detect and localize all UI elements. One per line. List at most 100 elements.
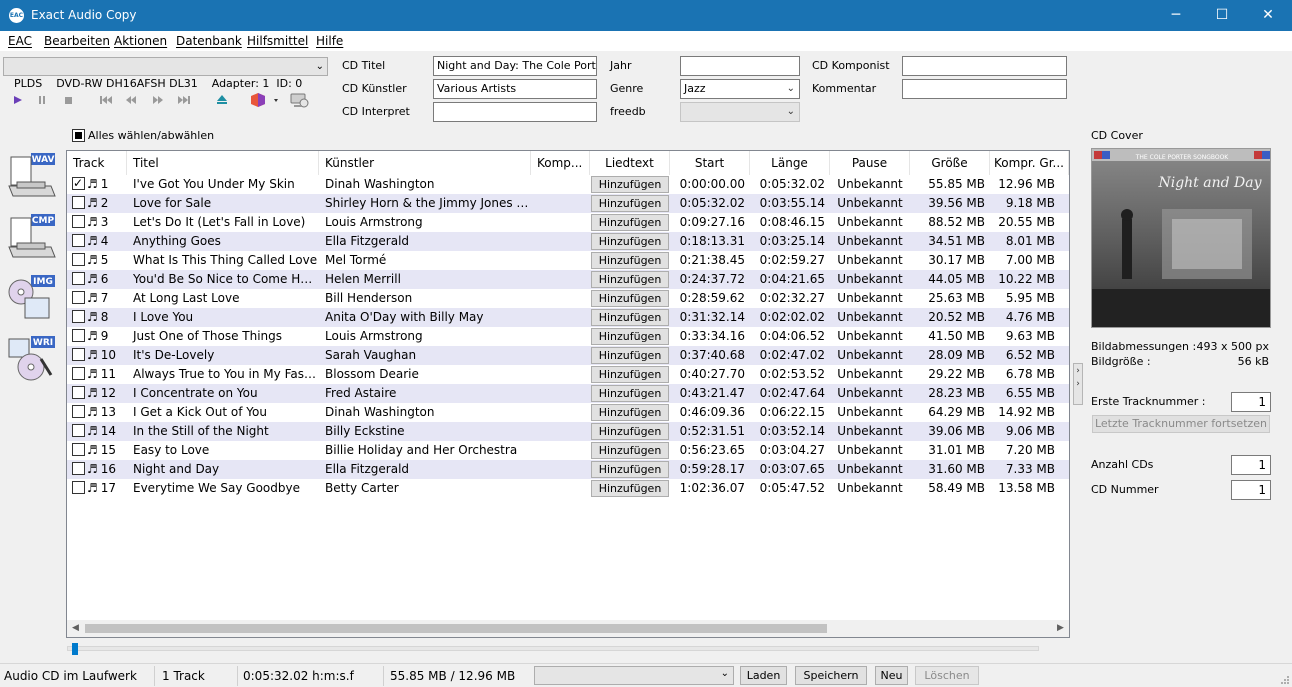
add-lyrics-button[interactable]: Hinzufügen bbox=[591, 385, 669, 402]
maximize-button[interactable]: ☐ bbox=[1199, 0, 1245, 31]
table-row[interactable]: ♬ 8 I Love You Anita O'Day with Billy May Hi… bbox=[67, 308, 1069, 327]
table-row[interactable]: ♬ 7 At Long Last Love Bill Henderson Hinzufü… bbox=[67, 289, 1069, 308]
cd-performer-field[interactable] bbox=[433, 102, 597, 122]
track-checkbox[interactable] bbox=[72, 405, 85, 418]
resize-grip-icon[interactable] bbox=[1280, 675, 1290, 685]
menu-hilfe[interactable]: Hilfe bbox=[316, 34, 343, 48]
add-lyrics-button[interactable]: Hinzufügen bbox=[591, 442, 669, 459]
add-lyrics-button[interactable]: Hinzufügen bbox=[591, 233, 669, 250]
copy-wav-icon[interactable]: WAV bbox=[7, 152, 57, 202]
table-row[interactable]: ♬ 2 Love for Sale Shirley Horn & the Jimmy … bbox=[67, 194, 1069, 213]
year-field[interactable] bbox=[680, 56, 800, 76]
column-length[interactable]: Länge bbox=[750, 151, 830, 175]
menu-datenbank[interactable]: Datenbank bbox=[176, 34, 242, 48]
cd-title-field[interactable]: Night and Day: The Cole Porter Songbook bbox=[433, 56, 597, 76]
column-track[interactable]: Track bbox=[67, 151, 127, 175]
add-lyrics-button[interactable]: Hinzufügen bbox=[591, 176, 669, 193]
scroll-right-icon[interactable]: ▶ bbox=[1052, 620, 1069, 637]
cd-composer-field[interactable] bbox=[902, 56, 1067, 76]
previous-track-icon[interactable] bbox=[123, 92, 139, 108]
add-lyrics-button[interactable]: Hinzufügen bbox=[591, 366, 669, 383]
track-checkbox[interactable] bbox=[72, 291, 85, 304]
track-checkbox[interactable] bbox=[72, 215, 85, 228]
add-lyrics-button[interactable]: Hinzufügen bbox=[591, 271, 669, 288]
new-button[interactable]: Neu bbox=[875, 666, 908, 685]
table-row[interactable]: ♬ 12 I Concentrate on You Fred Astaire Hinzu… bbox=[67, 384, 1069, 403]
column-composer[interactable]: Komp... bbox=[531, 151, 590, 175]
track-checkbox[interactable] bbox=[72, 310, 85, 323]
save-button[interactable]: Speichern bbox=[795, 666, 867, 685]
track-checkbox[interactable] bbox=[72, 386, 85, 399]
table-row[interactable]: ♬ 17 Everytime We Say Goodbye Betty Carter H… bbox=[67, 479, 1069, 498]
table-row[interactable]: ♬6 You'd Be So Nice to Come Home To Helen … bbox=[67, 270, 1069, 289]
cd-artist-field[interactable]: Various Artists bbox=[433, 79, 597, 99]
genre-select[interactable]: Jazz ⌄ bbox=[680, 79, 800, 99]
table-row[interactable]: ♬1 I've Got You Under My Skin Dinah Washin… bbox=[67, 175, 1069, 194]
add-lyrics-button[interactable]: Hinzufügen bbox=[591, 290, 669, 307]
select-all-checkbox[interactable] bbox=[72, 129, 85, 142]
cd-cover-image[interactable]: THE COLE PORTER SONGBOOK Night and Day bbox=[1091, 148, 1271, 328]
track-checkbox[interactable] bbox=[72, 175, 85, 191]
track-checkbox[interactable] bbox=[72, 443, 85, 456]
column-start[interactable]: Start bbox=[670, 151, 750, 175]
menu-bearbeiten[interactable]: Bearbeiten bbox=[44, 34, 110, 48]
scrollbar-thumb[interactable] bbox=[85, 624, 827, 633]
table-row[interactable]: ♬ 4 Anything Goes Ella Fitzgerald Hinzufügen… bbox=[67, 232, 1069, 251]
track-list[interactable]: Track Titel Künstler Komp... Liedtext St… bbox=[66, 150, 1070, 638]
close-button[interactable]: ✕ bbox=[1245, 0, 1291, 31]
track-checkbox[interactable] bbox=[72, 329, 85, 342]
column-compressed-size[interactable]: Kompr. Gr... bbox=[990, 151, 1069, 175]
write-cd-icon[interactable]: WRI bbox=[7, 335, 57, 385]
track-checkbox[interactable] bbox=[72, 348, 85, 361]
table-row[interactable]: ♬ 3 Let's Do It (Let's Fall in Love) Louis … bbox=[67, 213, 1069, 232]
menu-aktionen[interactable]: Aktionen bbox=[114, 34, 167, 48]
column-title[interactable]: Titel bbox=[127, 151, 319, 175]
freedb-select[interactable]: ⌄ bbox=[680, 102, 800, 122]
comment-field[interactable] bbox=[902, 79, 1067, 99]
add-lyrics-button[interactable]: Hinzufügen bbox=[591, 461, 669, 478]
scroll-left-icon[interactable]: ◀ bbox=[67, 620, 84, 637]
track-checkbox[interactable] bbox=[72, 481, 85, 494]
table-row[interactable]: ♬ 11 Always True to You in My Fashion Bloss… bbox=[67, 365, 1069, 384]
delete-button[interactable]: Löschen bbox=[915, 666, 979, 685]
add-lyrics-button[interactable]: Hinzufügen bbox=[591, 404, 669, 421]
track-checkbox[interactable] bbox=[72, 367, 85, 380]
next-track-icon[interactable] bbox=[150, 92, 166, 108]
pause-icon[interactable] bbox=[34, 92, 50, 108]
table-row[interactable]: ♬ 10 It's De-Lovely Sarah Vaughan Hinzufügen… bbox=[67, 346, 1069, 365]
slider-thumb[interactable] bbox=[72, 643, 78, 655]
add-lyrics-button[interactable]: Hinzufügen bbox=[591, 480, 669, 497]
track-checkbox[interactable] bbox=[72, 196, 85, 209]
column-lyrics[interactable]: Liedtext bbox=[590, 151, 670, 175]
add-lyrics-button[interactable]: Hinzufügen bbox=[591, 252, 669, 269]
copy-image-icon[interactable]: IMG bbox=[7, 274, 57, 324]
track-checkbox[interactable] bbox=[72, 234, 85, 247]
add-lyrics-button[interactable]: Hinzufügen bbox=[591, 423, 669, 440]
first-track-number-field[interactable]: 1 bbox=[1231, 392, 1271, 412]
play-icon[interactable] bbox=[9, 92, 25, 108]
column-pause[interactable]: Pause bbox=[830, 151, 910, 175]
drive-select[interactable]: PLDS DVD-RW DH16AFSH DL31 Adapter: 1 ID:… bbox=[3, 57, 328, 90]
num-cds-field[interactable]: 1 bbox=[1231, 455, 1271, 475]
cd-number-field[interactable]: 1 bbox=[1231, 480, 1271, 500]
metadata-plugin-icon[interactable] bbox=[250, 92, 280, 108]
add-lyrics-button[interactable]: Hinzufügen bbox=[591, 309, 669, 326]
load-button[interactable]: Laden bbox=[740, 666, 787, 685]
stop-icon[interactable] bbox=[60, 92, 76, 108]
copy-compressed-icon[interactable]: CMP bbox=[7, 213, 57, 263]
horizontal-scrollbar[interactable]: ◀ ▶ bbox=[67, 620, 1069, 637]
eject-icon[interactable] bbox=[214, 92, 230, 108]
table-row[interactable]: ♬ 5 What Is This Thing Called Love Mel Torm… bbox=[67, 251, 1069, 270]
column-size[interactable]: Größe bbox=[910, 151, 990, 175]
table-row[interactable]: ♬ 9 Just One of Those Things Louis Armstron… bbox=[67, 327, 1069, 346]
table-row[interactable]: ♬ 13 I Get a Kick Out of You Dinah Washingt… bbox=[67, 403, 1069, 422]
track-checkbox[interactable] bbox=[72, 253, 85, 266]
continue-track-number-button[interactable]: Letzte Tracknummer fortsetzen bbox=[1092, 415, 1270, 433]
track-checkbox[interactable] bbox=[72, 424, 85, 437]
profile-select[interactable]: ⌄ bbox=[534, 666, 734, 685]
add-lyrics-button[interactable]: Hinzufügen bbox=[591, 195, 669, 212]
menu-eac[interactable]: EAC bbox=[8, 34, 32, 48]
minimize-button[interactable]: ─ bbox=[1153, 0, 1199, 31]
last-track-icon[interactable] bbox=[176, 92, 192, 108]
first-track-icon[interactable] bbox=[98, 92, 114, 108]
